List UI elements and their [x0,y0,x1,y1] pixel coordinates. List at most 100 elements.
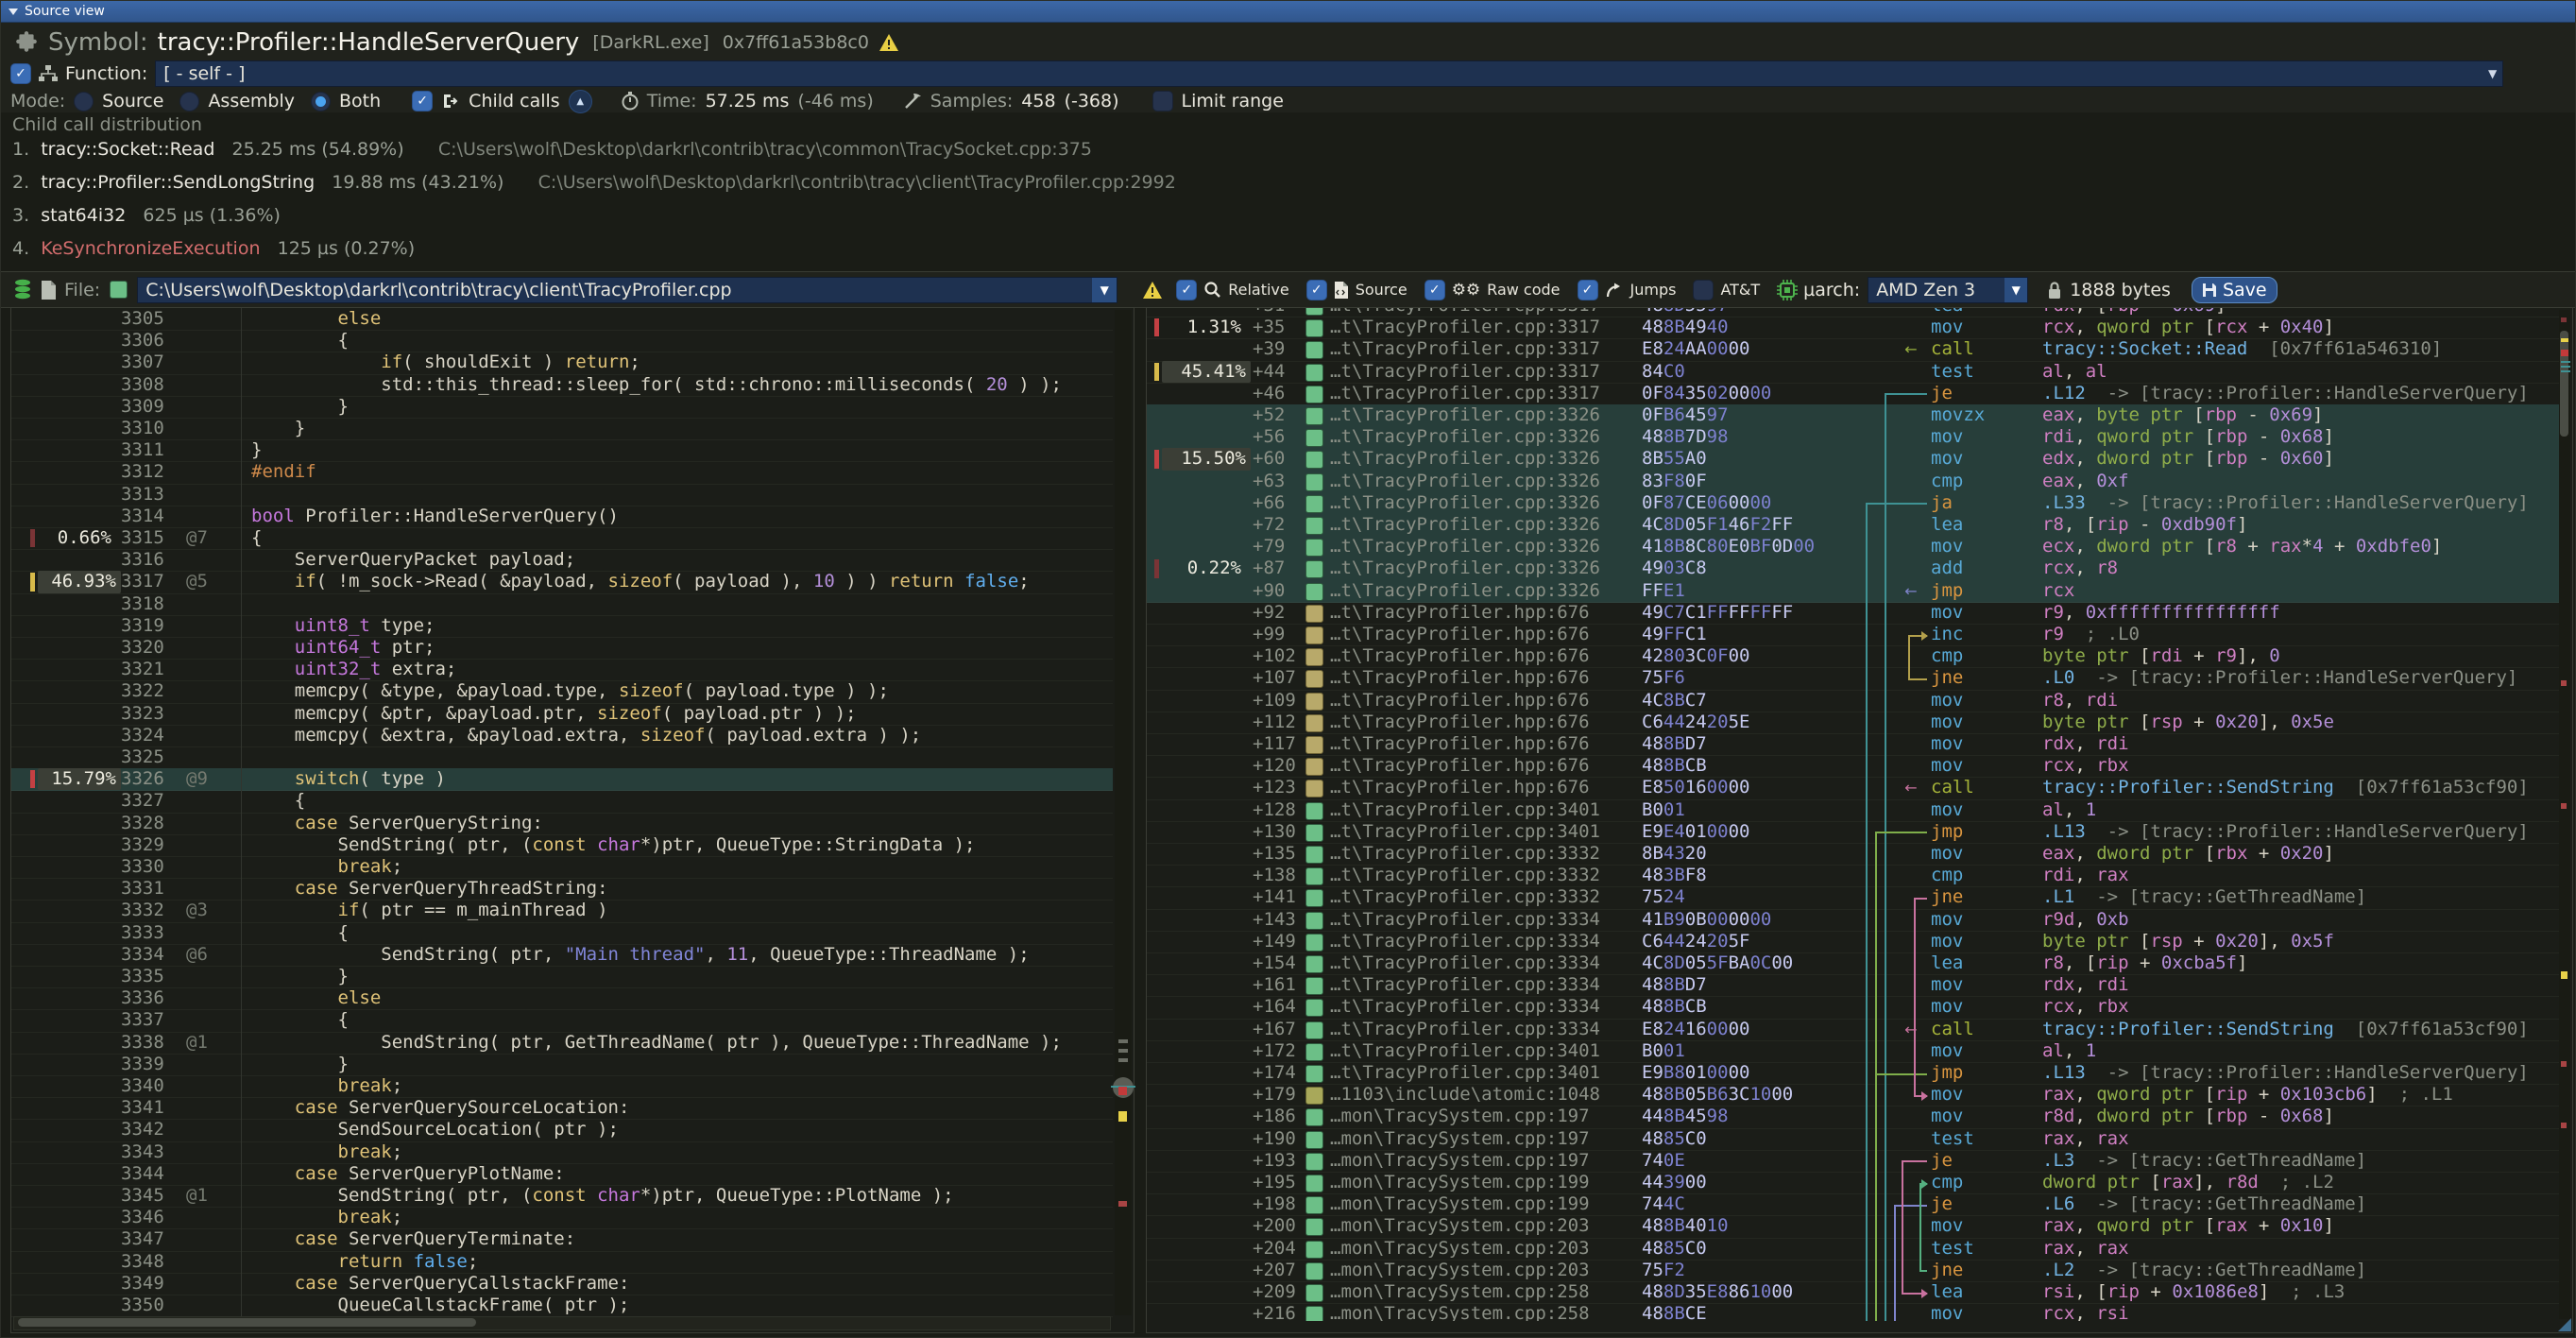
att-checkbox[interactable] [1693,280,1714,300]
asm-line[interactable]: +172…t\TracyProfiler.cpp:3401B001moval, … [1147,1040,2559,1063]
source-line[interactable]: 3309 } [11,396,1113,419]
source-line[interactable]: 3328 case ServerQueryString: [11,813,1113,835]
att-label[interactable]: AT&T [1720,281,1760,299]
source-rows[interactable]: 3305 else3306 {3307 if( shouldExit ) ret… [11,308,1113,1317]
asm-line[interactable]: 0.22%+87…t\TracyProfiler.cpp:33264903C8a… [1147,558,2559,580]
asm-line[interactable]: +56…t\TracyProfiler.cpp:3326488B7D98movr… [1147,426,2559,449]
asm-line[interactable]: +186…mon\TracySystem.cpp:197448B4598movr… [1147,1106,2559,1128]
asm-line[interactable]: +112…t\TracyProfiler.hpp:676C64424205Emo… [1147,712,2559,734]
asm-scroll-thumb[interactable] [2560,331,2568,437]
asm-line[interactable]: +72…t\TracyProfiler.cpp:33264C8D05F146F2… [1147,514,2559,537]
relative-label[interactable]: Relative [1228,281,1289,299]
source-line[interactable]: 3311} [11,439,1113,462]
source-line[interactable]: 3330 break; [11,856,1113,879]
source-checkbox[interactable]: ✓ [1306,280,1327,300]
source-line[interactable]: 3349 case ServerQueryCallstackFrame: [11,1273,1113,1295]
asm-line[interactable]: +66…t\TracyProfiler.cpp:33260F87CE060000… [1147,492,2559,515]
child-call-item[interactable]: 1. tracy::Socket::Read 25.25 ms (54.89%)… [12,139,1092,167]
march-select[interactable]: AMD Zen 3 ▼ [1868,277,2028,303]
source-line[interactable]: 3316 ServerQueryPacket payload; [11,549,1113,572]
source-line[interactable]: 3323 memcpy( &ptr, &payload.ptr, sizeof(… [11,703,1113,726]
asm-line[interactable]: +141…t\TracyProfiler.cpp:33327524jne.L1 … [1147,886,2559,909]
asm-line[interactable]: +39…t\TracyProfiler.cpp:3317E824AA0000←c… [1147,338,2559,361]
source-line[interactable]: 3340 break; [11,1075,1113,1098]
asm-line[interactable]: +123…t\TracyProfiler.hpp:676E850160000←c… [1147,777,2559,799]
asm-line[interactable]: +190…mon\TracySystem.cpp:1974885C0testra… [1147,1128,2559,1151]
source-line[interactable]: 3336 else [11,987,1113,1010]
asm-line[interactable]: +99…t\TracyProfiler.hpp:67649FFC1incr9 ;… [1147,624,2559,646]
source-hscroll-thumb[interactable] [18,1318,476,1327]
source-label[interactable]: Source [1356,281,1407,299]
asm-line[interactable]: +120…t\TracyProfiler.hpp:676488BCBmovrcx… [1147,755,2559,778]
source-line[interactable]: 3346 break; [11,1207,1113,1229]
function-checkbox[interactable]: ✓ [10,63,31,84]
asm-line[interactable]: +195…mon\TracySystem.cpp:199443900cmpdwo… [1147,1172,2559,1194]
source-line[interactable]: 0.66%3315@7{ [11,527,1113,550]
jumps-checkbox[interactable]: ✓ [1578,280,1598,300]
source-marker-strip[interactable] [1115,310,1132,1315]
asm-line[interactable]: +90…t\TracyProfiler.cpp:3326FFE1←jmprcx [1147,580,2559,603]
child-call-item[interactable]: 3. stat64i32 625 µs (1.36%) [12,205,281,233]
child-call-item[interactable]: 2. tracy::Profiler::SendLongString 19.88… [12,172,1176,200]
asm-line[interactable]: +167…t\TracyProfiler.cpp:3334E824160000←… [1147,1019,2559,1041]
asm-line[interactable]: +102…t\TracyProfiler.hpp:67642803C0F00cm… [1147,645,2559,668]
relative-checkbox[interactable]: ✓ [1176,280,1197,300]
resize-handle[interactable] [2558,1318,2571,1331]
source-line[interactable]: 3305 else [11,308,1113,331]
limit-range-checkbox[interactable] [1152,91,1173,112]
mode-assembly-label[interactable]: Assembly [208,91,295,112]
source-line[interactable]: 15.79%3326@9 switch( type ) [11,768,1113,791]
source-line[interactable]: 3320 uint64_t ptr; [11,637,1113,660]
asm-scrollbar[interactable] [2559,310,2570,1319]
source-line[interactable]: 3327 { [11,790,1113,813]
asm-line[interactable]: 1.31%+35…t\TracyProfiler.cpp:3317488B494… [1147,317,2559,339]
child-calls-checkbox[interactable]: ✓ [412,91,433,112]
asm-line[interactable]: +92…t\TracyProfiler.hpp:67649C7C1FFFFFFF… [1147,602,2559,625]
source-line[interactable]: 3331 case ServerQueryThreadString: [11,878,1113,901]
asm-line[interactable]: +164…t\TracyProfiler.cpp:3334488BCBmovrc… [1147,996,2559,1019]
source-line[interactable]: 3322 memcpy( &type, &payload.type, sizeo… [11,680,1113,703]
asm-line[interactable]: +135…t\TracyProfiler.cpp:33328B4320movea… [1147,843,2559,866]
asm-line[interactable]: +149…t\TracyProfiler.cpp:3334C64424205Fm… [1147,931,2559,953]
asm-line[interactable]: +204…mon\TracySystem.cpp:2034885C0testra… [1147,1238,2559,1261]
file-select[interactable]: C:\Users\wolf\Desktop\darkrl\contrib\tra… [137,277,1117,303]
chevron-down-icon[interactable]: ▼ [2005,278,2027,302]
asm-line[interactable]: +109…t\TracyProfiler.hpp:6764C8BC7movr8,… [1147,690,2559,712]
source-line[interactable]: 3318 [11,593,1113,616]
asm-line[interactable]: 15.50%+60…t\TracyProfiler.cpp:33268B55A0… [1147,448,2559,471]
source-line[interactable]: 46.93%3317@5 if( !m_sock->Read( &payload… [11,571,1113,593]
asm-line[interactable]: +79…t\TracyProfiler.cpp:3326418B8C80E0BF… [1147,536,2559,558]
save-button[interactable]: Save [2192,277,2277,303]
source-line[interactable]: 3313 [11,484,1113,506]
source-line[interactable]: 3329 SendString( ptr, (const char*)ptr, … [11,834,1113,857]
asm-line[interactable]: +198…mon\TracySystem.cpp:199744Cje.L6 ->… [1147,1193,2559,1216]
source-line[interactable]: 3321 uint32_t extra; [11,659,1113,681]
raw-code-label[interactable]: Raw code [1487,281,1560,299]
asm-line[interactable]: +46…t\TracyProfiler.cpp:33170F8435020000… [1147,383,2559,405]
mode-source-label[interactable]: Source [102,91,163,112]
source-line[interactable]: 3339 } [11,1054,1113,1076]
source-line[interactable]: 3342 SendSourceLocation( ptr ); [11,1119,1113,1141]
asm-line[interactable]: 45.41%+44…t\TracyProfiler.cpp:331784C0te… [1147,361,2559,384]
asm-line[interactable]: +128…t\TracyProfiler.cpp:3401B001moval, … [1147,799,2559,822]
child-call-item[interactable]: 4. KeSynchronizeExecution 125 µs (0.27%) [12,238,415,266]
asm-line[interactable]: +207…mon\TracySystem.cpp:20375F2jne.L2 -… [1147,1260,2559,1282]
asm-line[interactable]: +143…t\TracyProfiler.cpp:333441B90B00000… [1147,909,2559,932]
source-hscrollbar[interactable] [13,1316,1111,1330]
chevron-down-icon[interactable]: ▼ [1092,278,1117,302]
source-line[interactable]: 3341 case ServerQuerySourceLocation: [11,1097,1113,1120]
source-line[interactable]: 3308 std::this_thread::sleep_for( std::c… [11,374,1113,397]
mode-both-label[interactable]: Both [339,91,381,112]
source-line[interactable]: 3312#endif [11,461,1113,484]
source-line[interactable]: 3319 uint8_t type; [11,615,1113,638]
asm-rows[interactable]: +31…t\TracyProfiler.cpp:3317488D5597lear… [1147,308,2559,1321]
jumps-label[interactable]: Jumps [1630,281,1677,299]
source-line[interactable]: 3350 QueueCallstackFrame( ptr ); [11,1295,1113,1317]
asm-line[interactable]: +63…t\TracyProfiler.cpp:332683F80Fcmpeax… [1147,471,2559,493]
asm-line[interactable]: +130…t\TracyProfiler.cpp:3401E9E4010000j… [1147,821,2559,844]
child-calls-label[interactable]: Child calls [469,91,560,112]
asm-line[interactable]: +179…1103\include\atomic:1048488B05B63C1… [1147,1084,2559,1106]
source-line[interactable]: 3314bool Profiler::HandleServerQuery() [11,506,1113,528]
source-line[interactable]: 3332@3 if( ptr == m_mainThread ) [11,900,1113,922]
source-line[interactable]: 3345@1 SendString( ptr, (const char*)ptr… [11,1185,1113,1208]
